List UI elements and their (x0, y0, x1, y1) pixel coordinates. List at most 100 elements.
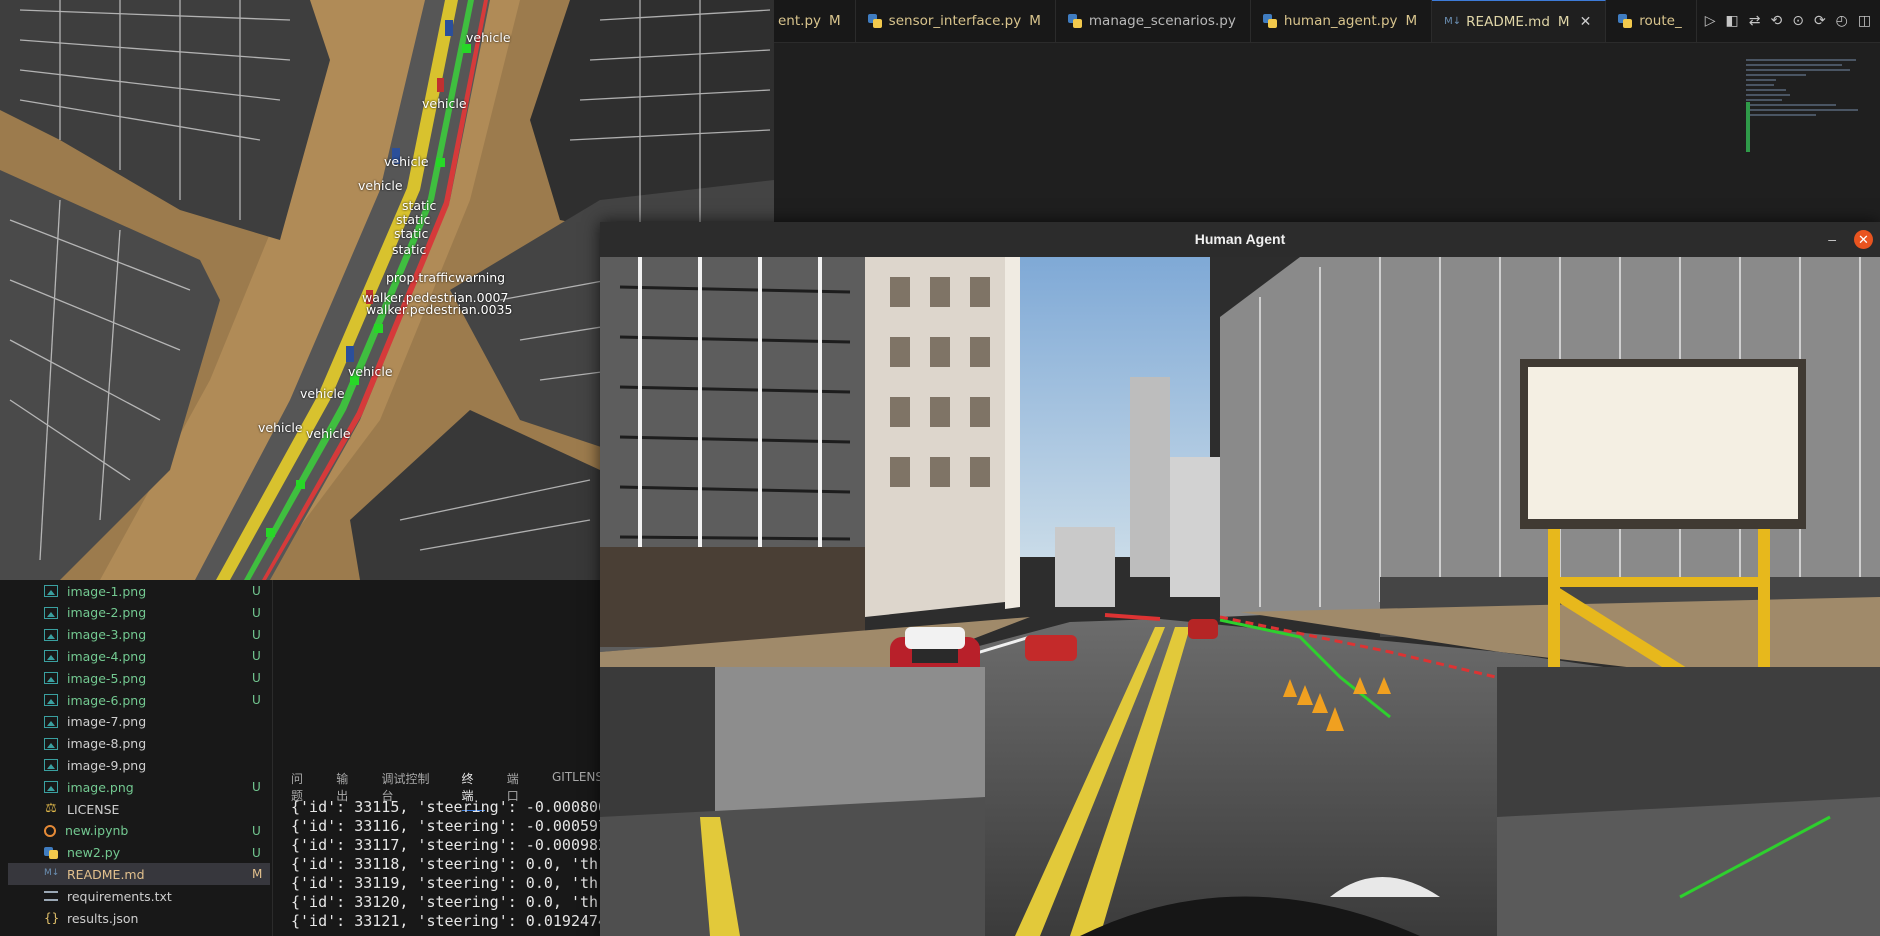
explorer-file-item[interactable]: image-2.png U (8, 602, 270, 624)
file-name: results.json (67, 910, 139, 926)
tab-human-agent-py[interactable]: human_agent.py M (1251, 0, 1433, 42)
back-icon[interactable]: ⟲ (1770, 13, 1782, 29)
tab-sensor-interface-py[interactable]: sensor_interface.py M (856, 0, 1056, 42)
image-icon (44, 781, 58, 794)
file-name: requirements.txt (67, 888, 172, 904)
explorer-file-item[interactable]: new2.py U (8, 842, 270, 864)
editor-tab-bar: ent.py Msensor_interface.py Mmanage_scenar… (774, 0, 1880, 43)
explorer-file-item[interactable]: image-5.png U (8, 667, 270, 689)
tab-ent-py[interactable]: ent.py M (774, 0, 856, 42)
git-status-badge: U (252, 780, 261, 795)
explorer-file-item[interactable]: image-1.png U (8, 580, 270, 602)
close-tab-icon[interactable]: ✕ (1580, 14, 1592, 30)
bev-actor-label: vehicle (422, 96, 467, 111)
file-name: image-8.png (67, 736, 147, 752)
git-status-badge: U (252, 671, 261, 686)
bev-actor-label: vehicle (300, 386, 345, 401)
tab-label: sensor_interface.py (888, 13, 1022, 29)
image-icon (44, 737, 58, 750)
terminal-line: {'id': 33118, 'steering': 0.0, 'th (291, 855, 599, 873)
tab-label: manage_scenarios.py (1088, 13, 1236, 29)
tab-status: M (1557, 13, 1570, 30)
explorer-file-item[interactable]: {} results.json (8, 907, 270, 929)
bev-actor-label: walker.pedestrian.0035 (366, 302, 513, 317)
tab-label: ent.py (778, 13, 822, 29)
bev-actor-label: vehicle (358, 178, 403, 193)
python-icon (1067, 14, 1082, 28)
explorer-file-item[interactable]: ⚖ LICENSE (8, 798, 270, 820)
markdown-icon: M↓ (1444, 16, 1462, 27)
explorer-file-item[interactable]: image-4.png U (8, 645, 270, 667)
compare-icon[interactable]: ⇄ (1749, 13, 1761, 29)
tab-status: M (829, 13, 841, 29)
explorer-file-item[interactable]: image.png U (8, 776, 270, 798)
terminal-line: {'id': 33117, 'steering': -0.000982 (291, 836, 608, 854)
python-icon (1262, 14, 1277, 28)
git-status-badge: U (252, 649, 261, 664)
bev-actor-label: static (396, 212, 431, 227)
license-icon: ⚖ (45, 801, 57, 816)
file-name: image-7.png (67, 714, 147, 730)
image-icon (44, 628, 58, 641)
minimize-icon[interactable]: – (1828, 222, 1836, 257)
explorer-file-item[interactable]: image-6.png U (8, 689, 270, 711)
file-name: new2.py (67, 845, 121, 861)
git-status-badge: U (252, 584, 261, 598)
image-icon (44, 606, 58, 619)
explorer-file-item[interactable]: requirements.txt (8, 885, 270, 907)
git-status-badge: U (252, 627, 261, 642)
bev-actor-label: prop.trafficwarning (386, 270, 506, 285)
bev-actor-label: static (402, 198, 437, 213)
image-icon (44, 585, 58, 597)
window-title: Human Agent (1194, 231, 1286, 247)
file-name: image-3.png (67, 627, 147, 643)
tab-route-[interactable]: route_ (1606, 0, 1697, 42)
split-editor-icon[interactable]: ◫ (1858, 13, 1871, 29)
explorer-file-item[interactable]: image-8.png (8, 733, 270, 755)
explorer-file-item[interactable]: M↓ README.md M (8, 863, 270, 886)
timeline-icon[interactable]: ⊙ (1792, 13, 1804, 29)
terminal-line: {'id': 33120, 'steering': 0.0, 'th (291, 893, 599, 911)
human-agent-window[interactable]: Human Agent – ✕ (600, 222, 1880, 936)
text-icon (44, 891, 58, 902)
bev-actor-label: vehicle (384, 154, 429, 169)
file-name: image-2.png (67, 605, 147, 621)
terminal-line: {'id': 33119, 'steering': 0.0, 'th (291, 874, 599, 892)
git-status-badge: U (252, 605, 261, 620)
image-icon (44, 715, 58, 728)
python-icon (44, 846, 58, 859)
bev-actor-label: static (392, 242, 427, 257)
split-diff-icon[interactable]: ◧ (1726, 13, 1739, 29)
forward-icon[interactable]: ⟳ (1814, 13, 1826, 29)
window-titlebar[interactable]: Human Agent – ✕ (600, 222, 1880, 257)
image-icon (44, 650, 58, 663)
explorer-file-item[interactable]: image-7.png (8, 711, 270, 733)
tab-label: README.md (1466, 13, 1550, 30)
file-name: image-6.png (67, 692, 147, 708)
run-icon[interactable]: ▷ (1705, 13, 1716, 29)
file-name: new.ipynb (65, 823, 129, 839)
tab-label: human_agent.py (1283, 13, 1398, 29)
file-name: image-4.png (67, 648, 147, 664)
python-icon (867, 14, 882, 28)
bev-actor-label: vehicle (466, 30, 511, 45)
terminal-output[interactable]: {'id': 33115, 'steering': -0.000800 {'id'… (291, 798, 607, 931)
tab-manage-scenarios-py[interactable]: manage_scenarios.py (1056, 0, 1251, 42)
bev-actor-label: vehicle (258, 420, 303, 435)
explorer-file-item[interactable]: new.ipynb U (8, 820, 270, 842)
image-icon (44, 759, 58, 772)
minimap[interactable] (1746, 56, 1866, 166)
json-icon: {} (44, 911, 60, 925)
explorer-file-item[interactable]: image-3.png U (8, 624, 270, 646)
file-name: image-5.png (67, 670, 147, 686)
image-icon (44, 694, 58, 706)
front-camera-view (600, 257, 1880, 936)
file-name: image-9.png (67, 757, 147, 773)
explorer-file-item[interactable]: image-9.png (8, 754, 270, 776)
tab-readme-md[interactable]: M↓ README.md M ✕ (1432, 0, 1607, 42)
tab-status: M (1405, 13, 1418, 29)
file-explorer: image-1.png U image-2.png Uimage-3.png Uimag… (0, 580, 273, 936)
git-status-badge: U (252, 693, 261, 707)
history-icon[interactable]: ◴ (1836, 13, 1848, 29)
close-icon[interactable]: ✕ (1854, 230, 1873, 249)
